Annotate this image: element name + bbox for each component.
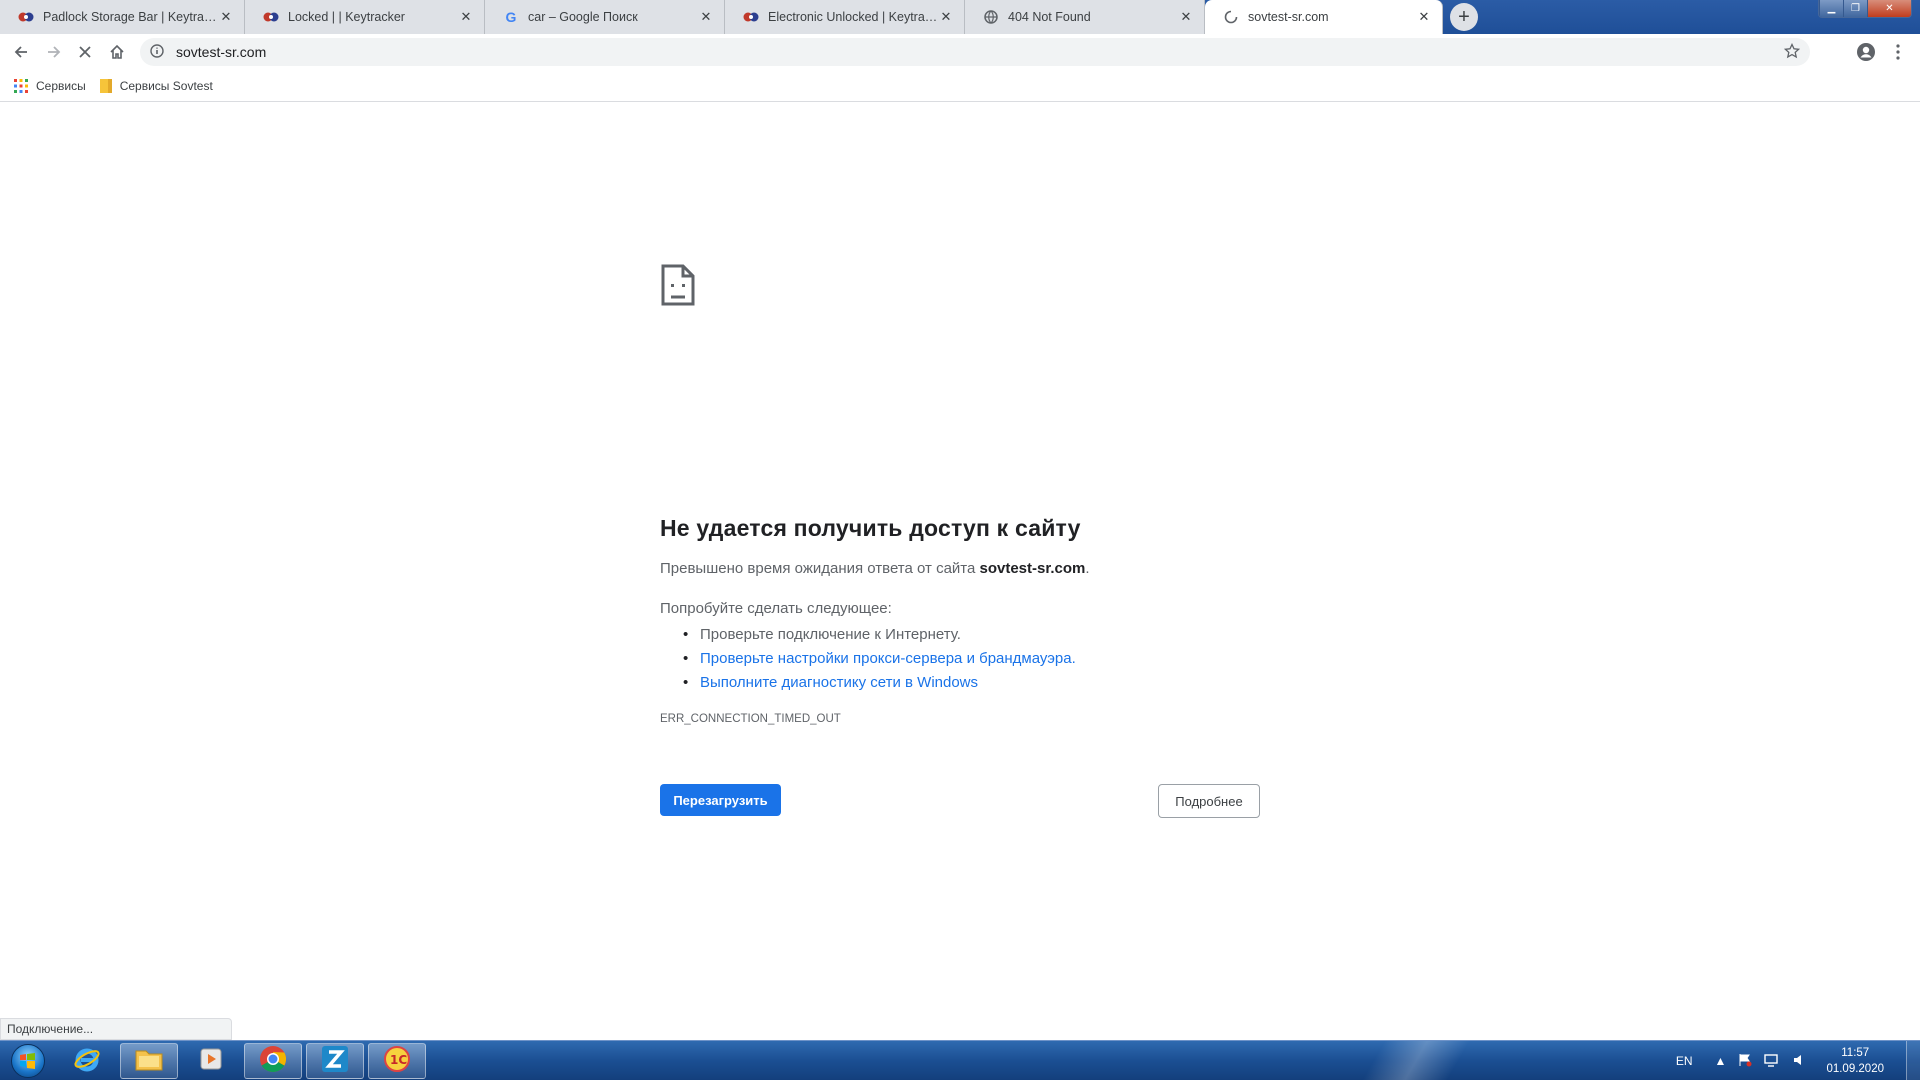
home-icon (110, 44, 124, 59)
taskbar-1c-app[interactable]: 1С (368, 1043, 426, 1079)
start-button[interactable] (4, 1042, 52, 1080)
error-code: ERR_CONNECTION_TIMED_OUT (660, 713, 841, 725)
tab-title: car – Google Поиск (528, 10, 638, 24)
tab-padlock-storage-bar[interactable]: Padlock Storage Bar | Keytracker ✕ (0, 0, 245, 34)
error-title: Не удается получить доступ к сайту (660, 515, 1081, 541)
suggestion-proxy-link[interactable]: Проверьте настройки прокси-сервера и бра… (683, 647, 1076, 671)
bookmark-apps[interactable]: Сервисы (14, 78, 86, 93)
status-bubble: Подключение... (0, 1018, 232, 1040)
home-button[interactable] (103, 38, 131, 66)
tab-strip: Padlock Storage Bar | Keytracker ✕ Locke… (0, 0, 1920, 34)
chrome-icon (259, 1045, 287, 1078)
suggestion-diagnostics-link[interactable]: Выполните диагностику сети в Windows (683, 671, 1076, 695)
svg-text:1С: 1С (390, 1053, 407, 1067)
window-controls: ▁ ❐ ✕ (1818, 0, 1912, 18)
1c-app-icon: 1С (383, 1045, 411, 1078)
folder-explorer-icon (134, 1046, 164, 1077)
tab-title: Padlock Storage Bar | Keytracker (43, 10, 218, 24)
tab-title: sovtest-sr.com (1248, 10, 1329, 24)
tab-close-icon[interactable]: ✕ (1178, 9, 1194, 25)
new-tab-button[interactable]: + (1450, 3, 1478, 31)
show-hidden-icons-icon[interactable]: ▲ (1715, 1054, 1727, 1068)
stop-x-icon (79, 46, 91, 58)
tab-electronic-unlocked[interactable]: Electronic Unlocked | Keytracker ✕ (725, 0, 965, 34)
volume-icon[interactable] (1792, 1053, 1806, 1070)
address-bar[interactable]: sovtest-sr.com (140, 38, 1810, 66)
tab-title: Locked | | Keytracker (288, 10, 405, 24)
media-player-icon (198, 1046, 224, 1077)
tab-title: Electronic Unlocked | Keytracker (768, 10, 938, 24)
bookmark-sovtest-folder[interactable]: Сервисы Sovtest (99, 78, 213, 93)
suggestions-list: Проверьте подключение к Интернету. Прове… (683, 623, 1076, 695)
error-message: Превышено время ожидания ответа от сайта… (660, 560, 1090, 577)
tab-title: 404 Not Found (1008, 10, 1091, 24)
show-desktop-button[interactable] (1906, 1041, 1920, 1080)
z-app-icon (321, 1045, 349, 1078)
keytracker-favicon-icon (18, 9, 34, 25)
bookmark-label: Сервисы Sovtest (119, 78, 213, 93)
try-label: Попробуйте сделать следующее: (660, 600, 892, 617)
language-indicator[interactable]: EN (1676, 1054, 1693, 1068)
globe-favicon-icon (983, 9, 999, 25)
internet-explorer-icon (73, 1045, 101, 1078)
stop-button[interactable] (71, 38, 99, 66)
tab-close-icon[interactable]: ✕ (698, 9, 714, 25)
bookmark-label: Сервисы (36, 78, 86, 93)
system-tray: EN ▲ 11:57 01.09.2020 (1676, 1041, 1920, 1080)
account-circle-icon (1857, 43, 1875, 61)
url-text: sovtest-sr.com (176, 44, 267, 60)
taskbar-chrome[interactable] (244, 1043, 302, 1079)
forward-button[interactable] (40, 38, 68, 66)
tab-close-icon[interactable]: ✕ (218, 9, 234, 25)
back-button[interactable] (7, 38, 35, 66)
reload-button[interactable]: Перезагрузить (660, 784, 781, 816)
taskbar-z-app[interactable] (306, 1043, 364, 1079)
more-vert-icon (1896, 44, 1900, 60)
close-window-button[interactable]: ✕ (1867, 0, 1911, 17)
sad-page-icon (660, 263, 696, 312)
error-site: sovtest-sr.com (979, 560, 1086, 577)
minimize-button[interactable]: ▁ (1819, 0, 1843, 17)
folder-icon (99, 78, 112, 93)
loading-spinner-icon (1223, 9, 1239, 25)
tab-sovtest-active[interactable]: sovtest-sr.com ✕ (1205, 0, 1443, 34)
maximize-button[interactable]: ❐ (1843, 0, 1867, 17)
profile-button[interactable] (1852, 38, 1880, 66)
bookmarks-bar: Сервисы Сервисы Sovtest (0, 70, 1920, 102)
info-icon[interactable] (150, 43, 164, 61)
taskbar-media-player[interactable] (182, 1043, 240, 1079)
tab-locked[interactable]: Locked | | Keytracker ✕ (245, 0, 485, 34)
action-center-flag-icon[interactable] (1738, 1053, 1752, 1070)
tab-close-icon[interactable]: ✕ (458, 9, 474, 25)
bookmark-star-icon[interactable] (1783, 42, 1801, 62)
details-button[interactable]: Подробнее (1158, 784, 1260, 818)
tab-close-icon[interactable]: ✕ (938, 9, 954, 25)
google-favicon-icon: G (505, 9, 517, 25)
taskbar-internet-explorer[interactable] (58, 1043, 116, 1079)
forward-arrow-icon (48, 46, 61, 58)
windows-logo-icon (11, 1044, 45, 1078)
tab-404-not-found[interactable]: 404 Not Found ✕ (965, 0, 1205, 34)
clock[interactable]: 11:57 01.09.2020 (1826, 1045, 1884, 1077)
tab-close-icon[interactable]: ✕ (1416, 9, 1432, 25)
keytracker-favicon-icon (263, 9, 279, 25)
apps-grid-icon (14, 78, 28, 93)
clock-time: 11:57 (1841, 1047, 1870, 1059)
browser-toolbar: sovtest-sr.com (0, 34, 1920, 70)
windows-taskbar: 1С EN ▲ 11:57 01.09.2020 (0, 1040, 1920, 1080)
suggestion-check-connection: Проверьте подключение к Интернету. (683, 623, 1076, 647)
menu-button[interactable] (1884, 38, 1912, 66)
keytracker-favicon-icon (743, 9, 759, 25)
back-arrow-icon (14, 46, 27, 58)
page-content: Не удается получить доступ к сайту Превы… (0, 103, 1920, 1040)
tab-google-search[interactable]: G car – Google Поиск ✕ (485, 0, 725, 34)
network-icon[interactable] (1764, 1053, 1780, 1070)
taskbar-file-explorer[interactable] (120, 1043, 178, 1079)
clock-date: 01.09.2020 (1826, 1063, 1884, 1075)
